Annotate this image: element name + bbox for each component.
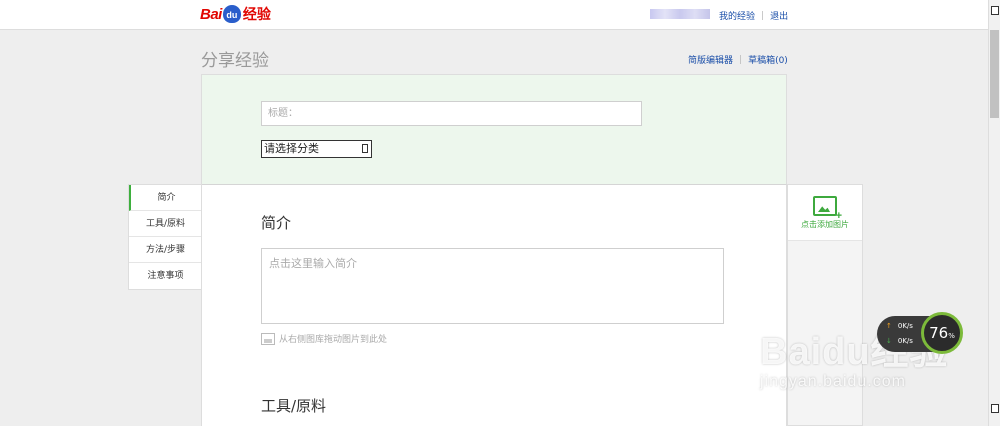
baidu-jingyan-logo[interactable]: Bai du 经验 [200, 3, 271, 25]
gauge-value: 76 [929, 324, 949, 342]
simple-editor-link[interactable]: 简版编辑器 [688, 53, 733, 66]
intro-heading: 简介 [261, 214, 292, 232]
tab-steps[interactable]: 方法/步骤 [129, 237, 202, 263]
tools-heading: 工具/原料 [261, 397, 327, 415]
tab-notes[interactable]: 注意事项 [129, 263, 202, 289]
logout-link[interactable]: 退出 [770, 9, 788, 22]
editor-links: 简版编辑器 | 草稿箱(0) [688, 53, 788, 67]
scroll-down-button[interactable] [991, 404, 999, 413]
image-library-panel: 点击添加图片 [787, 184, 863, 426]
section-tabs: 简介 工具/原料 方法/步骤 注意事项 [128, 184, 202, 290]
divider: | [761, 10, 765, 21]
drafts-link[interactable]: 草稿箱(0) [748, 53, 788, 66]
download-arrow-icon: ↓ [886, 337, 892, 345]
drag-hint: 从右侧图库拖动图片到此处 [261, 332, 387, 345]
page-title: 分享经验 [201, 51, 269, 71]
download-speed: ↓ 0K/s [886, 337, 913, 345]
upload-arrow-icon: ↑ [886, 322, 892, 330]
tab-tools[interactable]: 工具/原料 [129, 211, 202, 237]
editor-panel: 简介 点击这里输入简介 从右侧图库拖动图片到此处 工具/原料 [201, 185, 787, 426]
add-image-button[interactable]: 点击添加图片 [788, 185, 862, 241]
title-panel: 标题： 请选择分类 [201, 74, 787, 185]
divider: | [739, 54, 743, 65]
download-speed-value: 0K/s [897, 337, 913, 345]
upload-speed-value: 0K/s [897, 322, 913, 330]
tab-intro[interactable]: 简介 [129, 185, 202, 211]
scrollbar-thumb[interactable] [990, 30, 999, 118]
title-input[interactable]: 标题： [261, 101, 642, 126]
category-select[interactable]: 请选择分类 [261, 140, 372, 158]
vertical-scrollbar[interactable] [988, 0, 1000, 426]
scroll-up-button[interactable] [991, 6, 999, 15]
username-blurred[interactable] [650, 9, 710, 19]
add-image-icon [813, 196, 842, 222]
top-bar: Bai du 经验 我的经验 | 退出 [0, 0, 988, 30]
category-select-label: 请选择分类 [264, 142, 319, 155]
logo-text: Bai [200, 5, 222, 23]
image-icon [261, 332, 275, 345]
gauge-unit: % [948, 332, 955, 340]
dropdown-icon [362, 144, 368, 153]
logo-paw-icon: du [222, 5, 241, 23]
logo-suffix: 经验 [242, 7, 271, 23]
memory-usage-gauge: 76% [921, 312, 963, 354]
network-speed-widget[interactable]: ↑ 0K/s ↓ 0K/s 76% [877, 312, 963, 354]
my-experience-link[interactable]: 我的经验 [719, 9, 755, 22]
user-links: 我的经验 | 退出 [719, 9, 788, 23]
intro-textarea[interactable]: 点击这里输入简介 [261, 248, 724, 324]
add-image-label: 点击添加图片 [801, 220, 849, 229]
upload-speed: ↑ 0K/s [886, 322, 913, 330]
drag-hint-text: 从右侧图库拖动图片到此处 [279, 335, 388, 345]
